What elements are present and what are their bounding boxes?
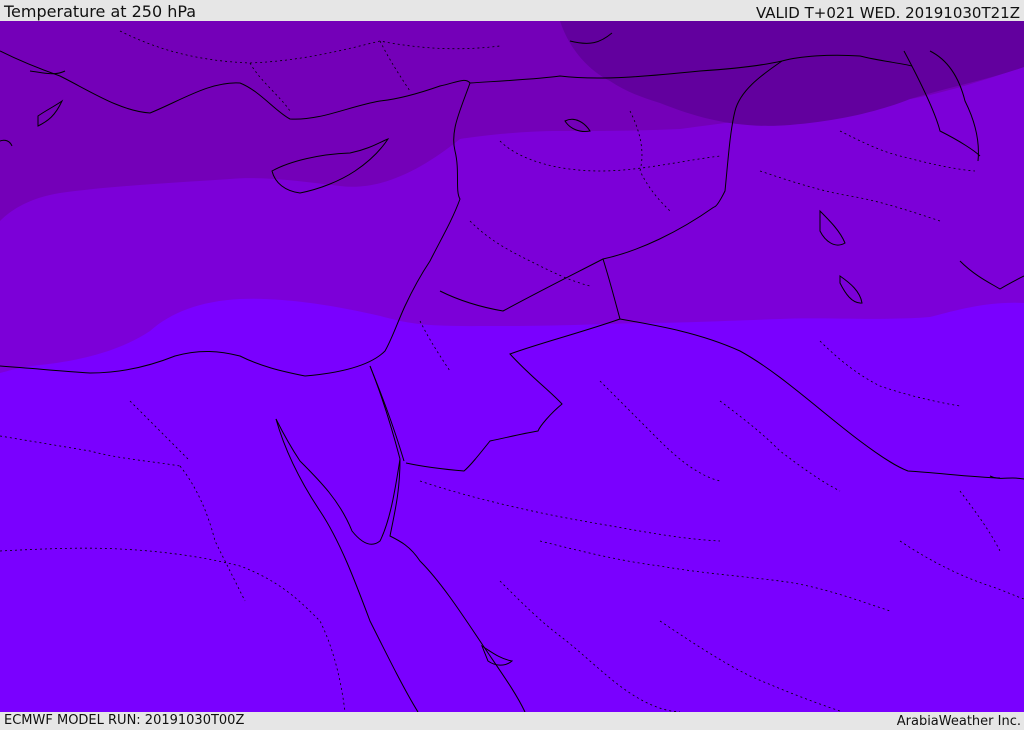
- weather-map[interactable]: [0, 21, 1024, 712]
- footer-bar: ECMWF MODEL RUN: 20191030T00Z ArabiaWeat…: [0, 712, 1024, 729]
- credit-label: ArabiaWeather Inc.: [896, 714, 1021, 729]
- map-title: Temperature at 250 hPa: [4, 2, 197, 21]
- map-canvas: [0, 21, 1024, 712]
- valid-time-label: VALID T+021 WED. 20191030T21Z: [755, 4, 1020, 22]
- header-bar: Temperature at 250 hPa VALID T+021 WED. …: [0, 0, 1024, 22]
- model-run-label: ECMWF MODEL RUN: 20191030T00Z: [4, 713, 245, 728]
